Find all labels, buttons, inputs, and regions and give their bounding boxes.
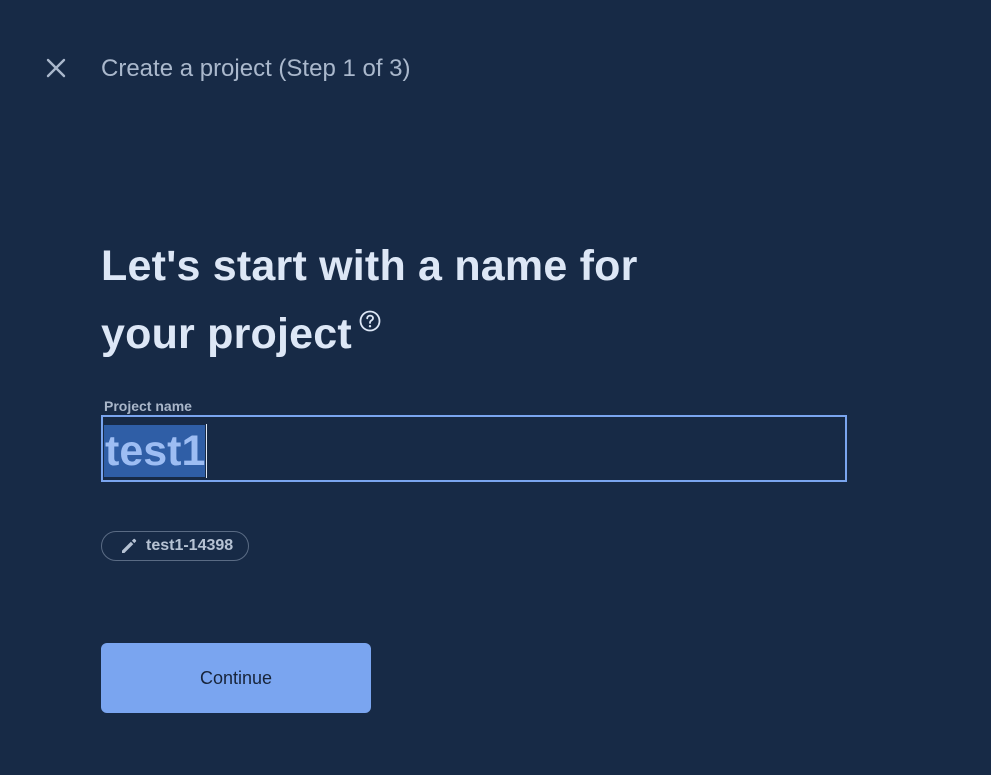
heading-line-2: your project [101, 310, 352, 358]
close-icon [46, 58, 66, 78]
project-id-chip[interactable]: test1-14398 [101, 531, 250, 561]
close-button[interactable] [40, 52, 72, 84]
pencil-icon [122, 538, 137, 553]
continue-button[interactable]: Continue [101, 643, 371, 713]
project-name-label: Project name [104, 398, 192, 414]
heading-line-1: Let's start with a name for [101, 242, 638, 290]
main-heading: Let's start with a name for your project [101, 232, 721, 368]
page-title: Create a project (Step 1 of 3) [101, 55, 411, 82]
continue-button-label: Continue [199, 667, 273, 688]
project-name-value-wrap: test1 [104, 424, 208, 478]
project-id-label: test1-14398 [146, 537, 234, 554]
project-name-input[interactable]: test1 [101, 415, 847, 482]
project-name-value: test1 [104, 425, 206, 477]
text-caret [206, 424, 208, 478]
help-circle-icon[interactable] [358, 309, 382, 333]
